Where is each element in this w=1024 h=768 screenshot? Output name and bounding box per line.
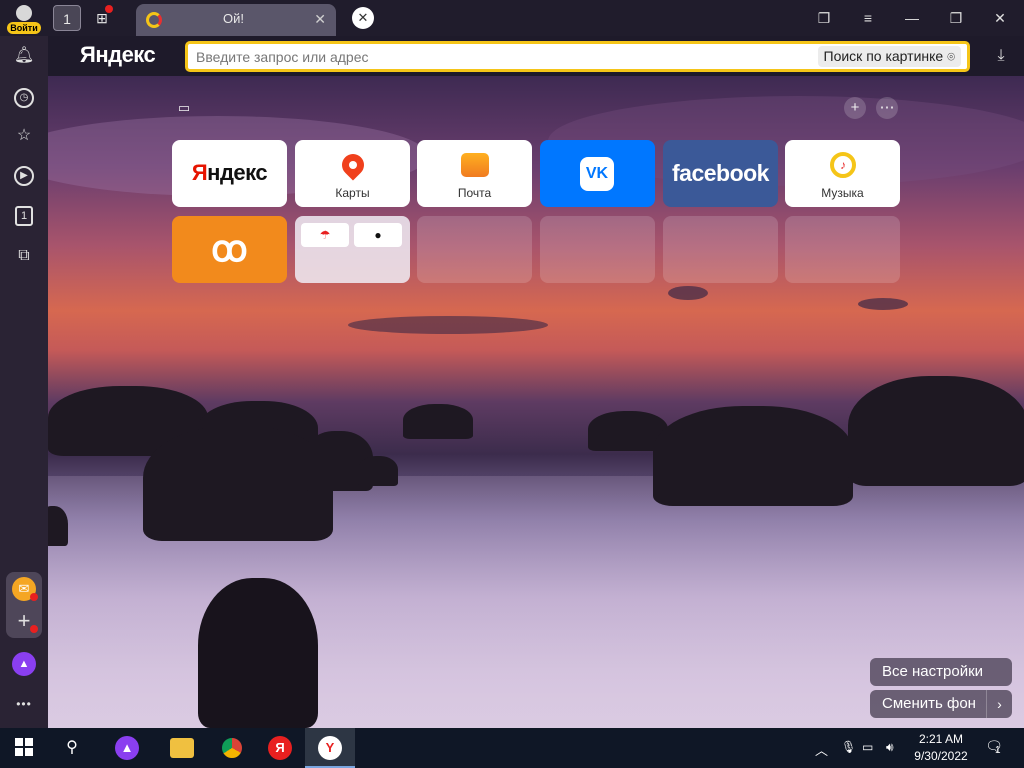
vk-logo-icon: VK <box>580 157 614 191</box>
tile-empty[interactable] <box>417 216 532 283</box>
tab-count-label: 1 <box>63 11 71 27</box>
restore-icon[interactable]: ❐ <box>934 0 978 36</box>
mountain <box>403 404 473 439</box>
bookmarks-star-icon[interactable]: ☆ <box>10 122 38 150</box>
image-search-label: Поиск по картинке <box>823 48 944 64</box>
login-label: Войти <box>7 22 41 34</box>
address-bar-row: Яндекс Поиск по картинке⌾ ⤓ <box>48 36 1024 76</box>
alice-taskbar-icon[interactable]: ▲ <box>115 736 139 760</box>
file-explorer-icon[interactable] <box>170 738 194 758</box>
taskbar: ⚲ ▲ Я Y ︿ 🎙︎ ▭ 🔊︎ 2:21 AM 9/30/2022 🗨︎ 1 <box>0 728 1024 768</box>
chevron-right-icon[interactable]: › <box>986 690 1012 718</box>
wallpaper-cloud <box>348 316 548 334</box>
market-icon: ● <box>354 223 402 247</box>
yandex-logo[interactable]: Яндекс <box>80 42 156 68</box>
bell-icon[interactable]: 🔔︎ <box>10 42 38 70</box>
tab-count-icon[interactable]: 1 <box>15 206 33 226</box>
network-icon[interactable]: ▭ <box>862 740 873 754</box>
sidebar-apps-group: ✉ + <box>6 572 42 638</box>
image-search-button[interactable]: Поиск по картинке ⌾ <box>817 46 961 67</box>
tile-mail[interactable]: Почта <box>417 140 532 207</box>
tile-yandex[interactable]: Яндекс <box>172 140 287 207</box>
yandex-browser-icon: Y <box>318 736 342 760</box>
collections-icon[interactable]: ❐ <box>802 0 846 36</box>
tile-empty[interactable] <box>540 216 655 283</box>
map-pin-icon <box>337 149 369 181</box>
change-background-label: Сменить фон <box>882 695 976 712</box>
history-icon[interactable]: ◷ <box>14 88 34 108</box>
search-icon[interactable]: ⚲ <box>60 736 84 760</box>
umbrella-icon: ☂ <box>301 223 349 247</box>
tile-folder[interactable]: ☂ ● <box>295 216 410 283</box>
mountain <box>198 578 318 728</box>
tile-label: Почта <box>457 186 492 200</box>
notifications-icon[interactable]: 🗨︎ 1 <box>984 738 1004 758</box>
omnibox[interactable]: Поиск по картинке⌾ <box>185 41 970 72</box>
tile-label: Карты <box>335 186 370 200</box>
chrome-icon[interactable] <box>220 736 244 760</box>
new-tab-button[interactable]: ⊞ <box>88 5 116 31</box>
tile-music[interactable]: ♪ Музыка <box>785 140 900 207</box>
active-tab[interactable]: Ой! ✕ <box>136 4 336 36</box>
mountain <box>358 456 398 486</box>
alice-assistant-icon[interactable]: ▲ <box>12 652 36 676</box>
all-settings-label: Все настройки <box>882 663 984 680</box>
user-avatar-icon <box>16 5 32 21</box>
close-tab-button[interactable]: ✕ <box>352 7 374 29</box>
add-notification-dot <box>30 625 38 633</box>
tab-title: Ой! <box>223 11 244 26</box>
minimize-icon[interactable]: — <box>890 0 934 36</box>
change-background-button[interactable]: Сменить фон › <box>870 690 1012 718</box>
camera-icon: ⌾ <box>947 49 955 64</box>
clock-time[interactable]: 2:21 AM <box>912 732 970 746</box>
clock-date[interactable]: 9/30/2022 <box>908 749 974 763</box>
tab-bar: Войти 1 ⊞ Ой! ✕ ✕ ❐ ≡ — ❐ ✕ <box>0 0 1024 36</box>
windows-start-icon[interactable] <box>15 738 33 756</box>
menu-icon[interactable]: ≡ <box>846 0 890 36</box>
tile-yandex-logo: Яндекс <box>191 160 268 185</box>
mail-envelope-icon <box>461 153 489 177</box>
login-button[interactable]: Войти <box>6 3 42 34</box>
new-tab-page: ▭ + ⋯ Яндекс Карты Почта VK facebook ♪ М… <box>48 76 1024 728</box>
tabs-toggle-icon[interactable]: ▭ <box>173 97 195 119</box>
music-note-icon: ♪ <box>830 152 856 178</box>
mail-notification-dot <box>30 593 38 601</box>
notifications-count: 1 <box>995 745 1001 756</box>
wallpaper-cloud <box>858 298 908 310</box>
add-tile-button[interactable]: + <box>844 97 866 119</box>
mountain <box>48 506 68 546</box>
notification-dot <box>105 5 113 13</box>
left-sidebar: 🔔︎ ◷ ☆ ▶ 1 ⧉ ✉ + ▲ ••• <box>0 36 48 728</box>
yandex-browser-taskbar-button[interactable]: Y <box>305 728 355 768</box>
microphone-icon[interactable]: 🎙︎ <box>841 740 856 754</box>
tile-empty[interactable] <box>663 216 778 283</box>
more-icon[interactable]: ••• <box>12 692 36 716</box>
download-icon[interactable]: ⤓ <box>990 45 1012 67</box>
tile-odnoklassniki[interactable]: ꝏ <box>172 216 287 283</box>
tile-vk[interactable]: VK <box>540 140 655 207</box>
more-options-button[interactable]: ⋯ <box>876 97 898 119</box>
tab-count-value: 1 <box>20 210 28 222</box>
tile-label: Музыка <box>821 186 864 200</box>
tile-maps[interactable]: Карты <box>295 140 410 207</box>
search-input[interactable] <box>196 44 786 69</box>
mountain <box>653 406 853 506</box>
tab-favicon-icon <box>146 12 162 28</box>
tab-close-icon[interactable]: ✕ <box>314 11 326 28</box>
all-settings-button[interactable]: Все настройки <box>870 658 1012 686</box>
screenshot-icon[interactable]: ⧉ <box>10 242 38 270</box>
home-tabs-button[interactable]: 1 <box>53 5 81 31</box>
facebook-logo: facebook <box>672 160 769 186</box>
wallpaper-cloud <box>668 286 708 300</box>
chevron-up-icon[interactable]: ︿ <box>815 740 828 759</box>
mountain <box>848 376 1024 486</box>
yandex-taskbar-icon[interactable]: Я <box>268 736 292 760</box>
tile-facebook[interactable]: facebook <box>663 140 778 207</box>
odnoklassniki-logo-icon: ꝏ <box>211 228 248 269</box>
video-play-icon[interactable]: ▶ <box>14 166 34 186</box>
volume-icon[interactable]: 🔊︎ <box>886 740 894 755</box>
tile-empty[interactable] <box>785 216 900 283</box>
close-icon[interactable]: ✕ <box>978 0 1022 36</box>
